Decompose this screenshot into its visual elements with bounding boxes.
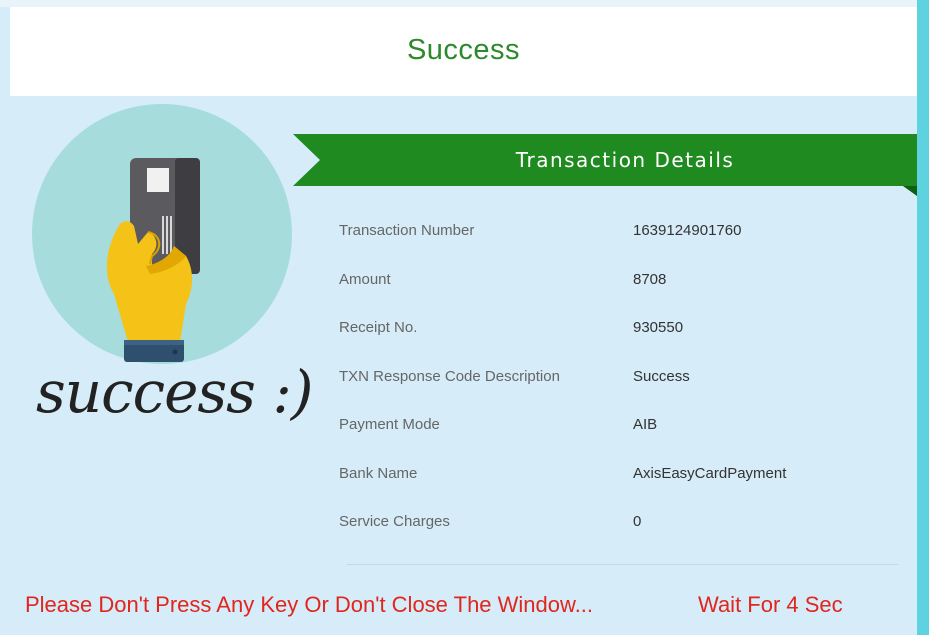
- success-caption: success :): [36, 358, 314, 426]
- divider: [347, 564, 898, 565]
- banner-title: Transaction Details: [515, 148, 735, 172]
- detail-label: Bank Name: [339, 464, 418, 482]
- transaction-details-banner: Transaction Details: [293, 134, 917, 196]
- page-title: Success: [406, 34, 521, 66]
- right-edge-strip: [917, 0, 929, 635]
- detail-row-bank-name: Bank Name AxisEasyCardPayment: [339, 461, 899, 510]
- detail-value: 0: [633, 513, 642, 530]
- detail-row-amount: Amount 8708: [339, 267, 899, 316]
- detail-value: AxisEasyCardPayment: [633, 464, 787, 482]
- detail-row-transaction-number: Transaction Number 1639124901760: [339, 218, 899, 267]
- hand-holding-card-icon: [106, 158, 200, 362]
- detail-row-service-charges: Service Charges 0: [339, 509, 899, 558]
- detail-label: Amount: [339, 270, 391, 288]
- detail-value: 8708: [633, 270, 667, 288]
- detail-value: AIB: [633, 416, 658, 433]
- countdown-message: Wait For 4 Sec: [698, 592, 843, 617]
- detail-label: TXN Response Code Description: [339, 367, 560, 385]
- detail-row-payment-mode: Payment Mode AIB: [339, 412, 899, 461]
- main-panel: success :) Transaction Details Transacti…: [10, 96, 917, 635]
- detail-label: Service Charges: [339, 513, 450, 530]
- detail-value: Success: [633, 367, 690, 385]
- detail-value: 930550: [633, 319, 684, 336]
- warning-message: Please Don't Press Any Key Or Don't Clos…: [25, 592, 594, 617]
- detail-row-response-code: TXN Response Code Description Success: [339, 364, 899, 413]
- top-border: [0, 0, 929, 7]
- detail-row-receipt-no: Receipt No. 930550: [339, 315, 899, 364]
- page-header: Success: [10, 7, 917, 96]
- detail-label: Receipt No.: [339, 319, 418, 336]
- transaction-details-list: Transaction Number 1639124901760 Amount …: [339, 218, 899, 558]
- detail-value: 1639124901760: [633, 222, 742, 239]
- detail-label: Payment Mode: [339, 416, 440, 433]
- detail-label: Transaction Number: [339, 222, 475, 239]
